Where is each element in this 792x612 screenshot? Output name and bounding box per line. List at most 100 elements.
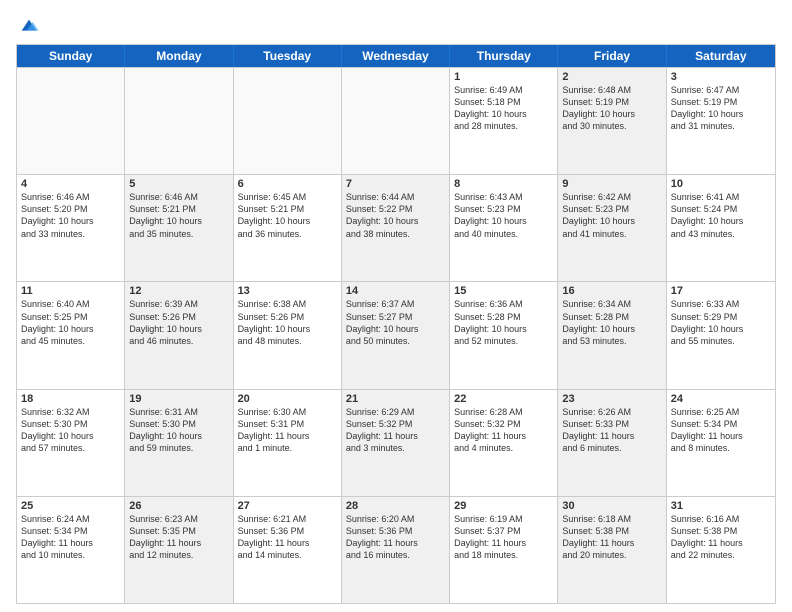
day-number: 27 <box>238 500 337 512</box>
day-info: Sunrise: 6:33 AM Sunset: 5:29 PM Dayligh… <box>671 298 771 347</box>
day-number: 21 <box>346 393 445 405</box>
day-info: Sunrise: 6:19 AM Sunset: 5:37 PM Dayligh… <box>454 513 553 562</box>
day-number: 3 <box>671 71 771 83</box>
day-info: Sunrise: 6:49 AM Sunset: 5:18 PM Dayligh… <box>454 84 553 133</box>
calendar-cell: 5Sunrise: 6:46 AM Sunset: 5:21 PM Daylig… <box>125 175 233 281</box>
logo-icon <box>18 16 40 38</box>
weekday-header: Thursday <box>450 45 558 67</box>
day-info: Sunrise: 6:45 AM Sunset: 5:21 PM Dayligh… <box>238 191 337 240</box>
day-number: 20 <box>238 393 337 405</box>
day-number: 28 <box>346 500 445 512</box>
calendar-row: 18Sunrise: 6:32 AM Sunset: 5:30 PM Dayli… <box>17 389 775 496</box>
calendar-cell <box>125 68 233 174</box>
calendar-cell: 22Sunrise: 6:28 AM Sunset: 5:32 PM Dayli… <box>450 390 558 496</box>
calendar-cell: 1Sunrise: 6:49 AM Sunset: 5:18 PM Daylig… <box>450 68 558 174</box>
weekday-header: Friday <box>558 45 666 67</box>
day-number: 2 <box>562 71 661 83</box>
calendar-cell: 12Sunrise: 6:39 AM Sunset: 5:26 PM Dayli… <box>125 282 233 388</box>
day-number: 24 <box>671 393 771 405</box>
day-info: Sunrise: 6:28 AM Sunset: 5:32 PM Dayligh… <box>454 406 553 455</box>
day-number: 6 <box>238 178 337 190</box>
day-info: Sunrise: 6:47 AM Sunset: 5:19 PM Dayligh… <box>671 84 771 133</box>
calendar-cell: 21Sunrise: 6:29 AM Sunset: 5:32 PM Dayli… <box>342 390 450 496</box>
calendar-cell: 16Sunrise: 6:34 AM Sunset: 5:28 PM Dayli… <box>558 282 666 388</box>
header <box>16 12 776 38</box>
calendar-cell: 25Sunrise: 6:24 AM Sunset: 5:34 PM Dayli… <box>17 497 125 603</box>
calendar-cell: 28Sunrise: 6:20 AM Sunset: 5:36 PM Dayli… <box>342 497 450 603</box>
day-number: 13 <box>238 285 337 297</box>
calendar-cell <box>234 68 342 174</box>
calendar-row: 11Sunrise: 6:40 AM Sunset: 5:25 PM Dayli… <box>17 281 775 388</box>
day-info: Sunrise: 6:16 AM Sunset: 5:38 PM Dayligh… <box>671 513 771 562</box>
day-number: 26 <box>129 500 228 512</box>
day-info: Sunrise: 6:34 AM Sunset: 5:28 PM Dayligh… <box>562 298 661 347</box>
day-number: 5 <box>129 178 228 190</box>
day-info: Sunrise: 6:20 AM Sunset: 5:36 PM Dayligh… <box>346 513 445 562</box>
day-info: Sunrise: 6:24 AM Sunset: 5:34 PM Dayligh… <box>21 513 120 562</box>
day-number: 25 <box>21 500 120 512</box>
day-number: 30 <box>562 500 661 512</box>
day-number: 15 <box>454 285 553 297</box>
day-number: 11 <box>21 285 120 297</box>
calendar-cell: 27Sunrise: 6:21 AM Sunset: 5:36 PM Dayli… <box>234 497 342 603</box>
calendar-body: 1Sunrise: 6:49 AM Sunset: 5:18 PM Daylig… <box>17 67 775 603</box>
day-number: 23 <box>562 393 661 405</box>
calendar-cell: 11Sunrise: 6:40 AM Sunset: 5:25 PM Dayli… <box>17 282 125 388</box>
day-number: 4 <box>21 178 120 190</box>
weekday-header: Saturday <box>667 45 775 67</box>
day-info: Sunrise: 6:21 AM Sunset: 5:36 PM Dayligh… <box>238 513 337 562</box>
calendar-cell <box>342 68 450 174</box>
day-number: 18 <box>21 393 120 405</box>
calendar-cell: 8Sunrise: 6:43 AM Sunset: 5:23 PM Daylig… <box>450 175 558 281</box>
calendar: SundayMondayTuesdayWednesdayThursdayFrid… <box>16 44 776 604</box>
calendar-cell: 20Sunrise: 6:30 AM Sunset: 5:31 PM Dayli… <box>234 390 342 496</box>
day-info: Sunrise: 6:46 AM Sunset: 5:20 PM Dayligh… <box>21 191 120 240</box>
calendar-cell: 3Sunrise: 6:47 AM Sunset: 5:19 PM Daylig… <box>667 68 775 174</box>
day-info: Sunrise: 6:23 AM Sunset: 5:35 PM Dayligh… <box>129 513 228 562</box>
day-info: Sunrise: 6:30 AM Sunset: 5:31 PM Dayligh… <box>238 406 337 455</box>
calendar-cell: 18Sunrise: 6:32 AM Sunset: 5:30 PM Dayli… <box>17 390 125 496</box>
day-number: 29 <box>454 500 553 512</box>
day-info: Sunrise: 6:25 AM Sunset: 5:34 PM Dayligh… <box>671 406 771 455</box>
day-number: 22 <box>454 393 553 405</box>
day-info: Sunrise: 6:39 AM Sunset: 5:26 PM Dayligh… <box>129 298 228 347</box>
day-info: Sunrise: 6:46 AM Sunset: 5:21 PM Dayligh… <box>129 191 228 240</box>
calendar-cell: 15Sunrise: 6:36 AM Sunset: 5:28 PM Dayli… <box>450 282 558 388</box>
weekday-header: Tuesday <box>234 45 342 67</box>
weekday-header: Sunday <box>17 45 125 67</box>
day-number: 16 <box>562 285 661 297</box>
day-info: Sunrise: 6:43 AM Sunset: 5:23 PM Dayligh… <box>454 191 553 240</box>
day-info: Sunrise: 6:32 AM Sunset: 5:30 PM Dayligh… <box>21 406 120 455</box>
day-info: Sunrise: 6:26 AM Sunset: 5:33 PM Dayligh… <box>562 406 661 455</box>
calendar-cell <box>17 68 125 174</box>
day-info: Sunrise: 6:36 AM Sunset: 5:28 PM Dayligh… <box>454 298 553 347</box>
calendar-cell: 29Sunrise: 6:19 AM Sunset: 5:37 PM Dayli… <box>450 497 558 603</box>
day-number: 17 <box>671 285 771 297</box>
day-number: 19 <box>129 393 228 405</box>
day-info: Sunrise: 6:38 AM Sunset: 5:26 PM Dayligh… <box>238 298 337 347</box>
calendar-cell: 9Sunrise: 6:42 AM Sunset: 5:23 PM Daylig… <box>558 175 666 281</box>
day-info: Sunrise: 6:41 AM Sunset: 5:24 PM Dayligh… <box>671 191 771 240</box>
day-info: Sunrise: 6:29 AM Sunset: 5:32 PM Dayligh… <box>346 406 445 455</box>
calendar-cell: 2Sunrise: 6:48 AM Sunset: 5:19 PM Daylig… <box>558 68 666 174</box>
calendar-row: 4Sunrise: 6:46 AM Sunset: 5:20 PM Daylig… <box>17 174 775 281</box>
calendar-cell: 4Sunrise: 6:46 AM Sunset: 5:20 PM Daylig… <box>17 175 125 281</box>
day-info: Sunrise: 6:37 AM Sunset: 5:27 PM Dayligh… <box>346 298 445 347</box>
calendar-cell: 7Sunrise: 6:44 AM Sunset: 5:22 PM Daylig… <box>342 175 450 281</box>
calendar-cell: 26Sunrise: 6:23 AM Sunset: 5:35 PM Dayli… <box>125 497 233 603</box>
page: SundayMondayTuesdayWednesdayThursdayFrid… <box>0 0 792 612</box>
day-number: 7 <box>346 178 445 190</box>
calendar-cell: 31Sunrise: 6:16 AM Sunset: 5:38 PM Dayli… <box>667 497 775 603</box>
calendar-cell: 14Sunrise: 6:37 AM Sunset: 5:27 PM Dayli… <box>342 282 450 388</box>
day-number: 31 <box>671 500 771 512</box>
calendar-cell: 23Sunrise: 6:26 AM Sunset: 5:33 PM Dayli… <box>558 390 666 496</box>
day-info: Sunrise: 6:40 AM Sunset: 5:25 PM Dayligh… <box>21 298 120 347</box>
calendar-cell: 19Sunrise: 6:31 AM Sunset: 5:30 PM Dayli… <box>125 390 233 496</box>
day-number: 10 <box>671 178 771 190</box>
day-info: Sunrise: 6:44 AM Sunset: 5:22 PM Dayligh… <box>346 191 445 240</box>
weekday-header: Monday <box>125 45 233 67</box>
calendar-row: 1Sunrise: 6:49 AM Sunset: 5:18 PM Daylig… <box>17 67 775 174</box>
day-info: Sunrise: 6:31 AM Sunset: 5:30 PM Dayligh… <box>129 406 228 455</box>
day-info: Sunrise: 6:18 AM Sunset: 5:38 PM Dayligh… <box>562 513 661 562</box>
day-info: Sunrise: 6:42 AM Sunset: 5:23 PM Dayligh… <box>562 191 661 240</box>
